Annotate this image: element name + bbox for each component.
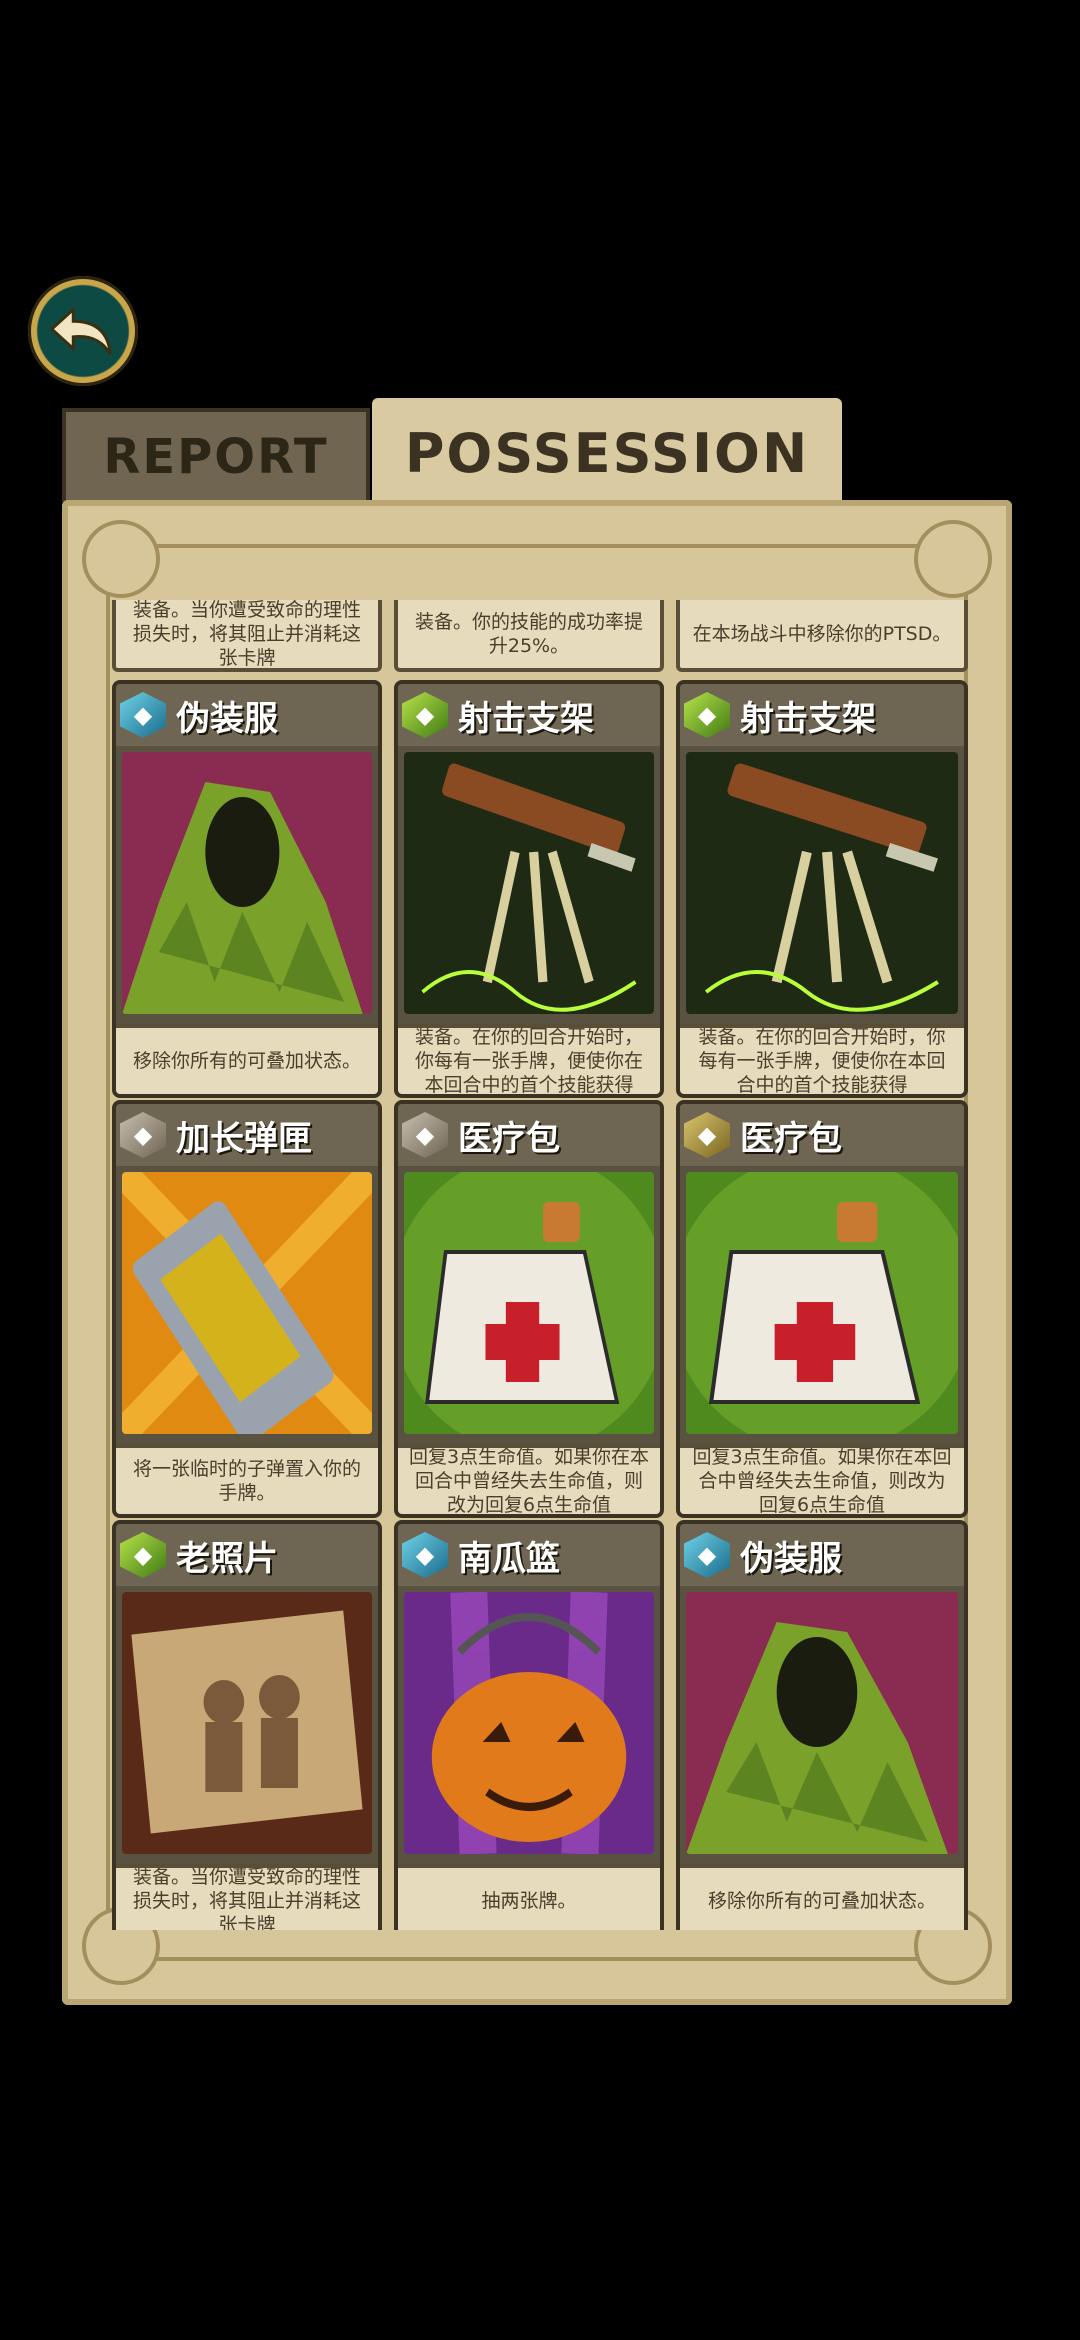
possession-card[interactable]: ◆ 老照片装备。当你遭受致命的理性损失时，将其阻止并消耗这张卡牌 [112,1520,382,1930]
card-header: ◆ 射击支架 [398,684,660,746]
card-header: ◆ 医疗包 [680,1104,964,1166]
card-description-partial[interactable]: 装备。你的技能的成功率提升25%。 [394,600,664,672]
card-title: 医疗包 [740,1118,842,1159]
blue-gem-icon: ◆ [120,692,166,738]
possession-card[interactable]: ◆ 医疗包回复3点生命值。如果你在本回合中曾经失去生命值，则改为回复6点生命值 [676,1100,968,1518]
card-title: 加长弹匣 [176,1118,312,1159]
card-header: ◆ 南瓜篮 [398,1524,660,1586]
card-description: 装备。在你的回合开始时，你每有一张手牌，便使你在本回合中的首个技能获得 [680,1024,964,1094]
card-description: 回复3点生命值。如果你在本回合中曾经失去生命值，则改为回复6点生命值 [680,1444,964,1514]
gray-gem-icon: ◆ [402,1112,448,1158]
card-title: 伪装服 [176,698,278,739]
mount-art [686,752,958,1014]
ghillie-art [122,752,372,1014]
card-grid[interactable]: 装备。当你遭受致命的理性损失时，将其阻止并消耗这张卡牌 装备。你的技能的成功率提… [112,600,968,1930]
card-description: 装备。在你的回合开始时，你每有一张手牌，便使你在本回合中的首个技能获得 [398,1024,660,1094]
back-arrow-icon [49,306,112,356]
possession-card[interactable]: ◆ 医疗包回复3点生命值。如果你在本回合中曾经失去生命值，则改为回复6点生命值 [394,1100,664,1518]
green-gem-icon: ◆ [120,1532,166,1578]
gray-gem-icon: ◆ [120,1112,166,1158]
card-description: 将一张临时的子弹置入你的手牌。 [116,1444,378,1514]
card-title: 伪装服 [740,1538,842,1579]
medkit-art [404,1172,654,1434]
card-description-partial[interactable]: 在本场战斗中移除你的PTSD。 [676,600,968,672]
card-title: 南瓜篮 [458,1538,560,1579]
card-header: ◆ 医疗包 [398,1104,660,1166]
pumpkin-art [404,1592,654,1854]
corner-ornament [914,520,992,598]
card-title: 医疗包 [458,1118,560,1159]
card-description: 抽两张牌。 [398,1864,660,1930]
ghillie-art [686,1592,958,1854]
gold-gem-icon: ◆ [684,1112,730,1158]
card-title: 射击支架 [740,698,876,739]
card-header: ◆ 加长弹匣 [116,1104,378,1166]
card-title: 射击支架 [458,698,594,739]
card-description-partial[interactable]: 装备。当你遭受致命的理性损失时，将其阻止并消耗这张卡牌 [112,600,382,672]
possession-card[interactable]: ◆ 射击支架装备。在你的回合开始时，你每有一张手牌，便使你在本回合中的首个技能获得 [676,680,968,1098]
card-description: 回复3点生命值。如果你在本回合中曾经失去生命值，则改为回复6点生命值 [398,1444,660,1514]
possession-card[interactable]: ◆ 加长弹匣将一张临时的子弹置入你的手牌。 [112,1100,382,1518]
card-description: 移除你所有的可叠加状态。 [680,1864,964,1930]
mount-art [404,752,654,1014]
green-gem-icon: ◆ [402,692,448,738]
blue-gem-icon: ◆ [684,1532,730,1578]
magazine-art [122,1172,372,1434]
back-button[interactable] [28,276,138,386]
card-header: ◆ 伪装服 [116,684,378,746]
tab-possession[interactable]: POSSESSION [372,398,842,508]
possession-card[interactable]: ◆ 射击支架装备。在你的回合开始时，你每有一张手牌，便使你在本回合中的首个技能获得 [394,680,664,1098]
possession-card[interactable]: ◆ 伪装服移除你所有的可叠加状态。 [112,680,382,1098]
card-description: 移除你所有的可叠加状态。 [116,1024,378,1094]
possession-card[interactable]: ◆ 伪装服移除你所有的可叠加状态。 [676,1520,968,1930]
tab-report[interactable]: REPORT [62,408,370,502]
green-gem-icon: ◆ [684,692,730,738]
card-title: 老照片 [176,1538,278,1579]
corner-ornament [82,520,160,598]
possession-card[interactable]: ◆ 南瓜篮抽两张牌。 [394,1520,664,1930]
medkit-art [686,1172,958,1434]
card-header: ◆ 射击支架 [680,684,964,746]
card-description: 装备。当你遭受致命的理性损失时，将其阻止并消耗这张卡牌 [116,1864,378,1930]
photo-art [122,1592,372,1854]
blue-gem-icon: ◆ [402,1532,448,1578]
card-header: ◆ 伪装服 [680,1524,964,1586]
card-header: ◆ 老照片 [116,1524,378,1586]
